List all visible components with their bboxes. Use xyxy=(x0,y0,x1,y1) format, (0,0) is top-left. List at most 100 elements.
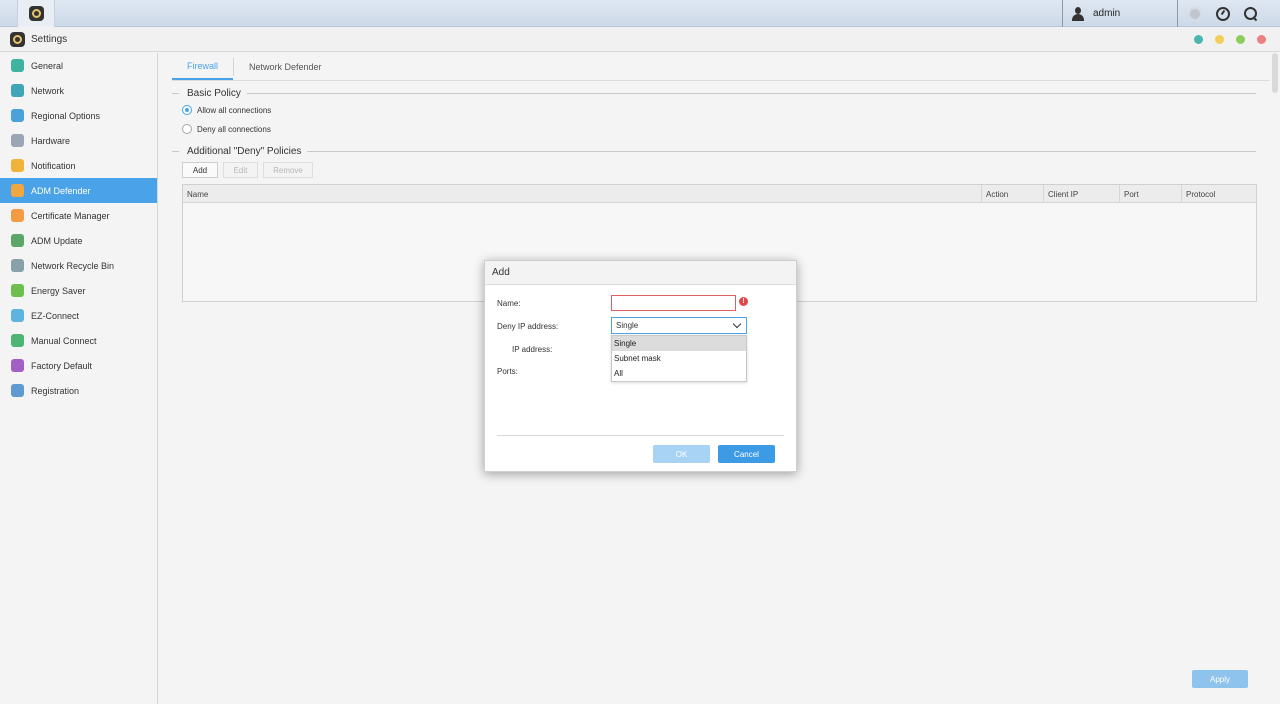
deny-ip-select[interactable]: Single xyxy=(611,317,747,334)
basic-policy-title: Basic Policy xyxy=(187,88,241,99)
remove-policy-button[interactable]: Remove xyxy=(263,162,313,178)
window-restore-button[interactable] xyxy=(1194,35,1203,44)
notification-icon xyxy=(11,159,24,172)
sidebar-item-energy-saver[interactable]: Energy Saver xyxy=(0,278,157,303)
add-policy-dialog: Add Name: ! Deny IP address: Single Sing… xyxy=(484,260,797,472)
update-icon xyxy=(11,234,24,247)
basic-policy-section: Basic Policy xyxy=(172,88,1256,99)
edit-policy-button[interactable]: Edit xyxy=(223,162,258,178)
allow-all-option[interactable]: Allow all connections xyxy=(182,105,271,115)
sidebar-item-label: Regional Options xyxy=(31,110,101,121)
shield-icon xyxy=(11,184,24,197)
sidebar-item-label: Certificate Manager xyxy=(31,210,110,221)
deny-ip-dropdown: Single Subnet mask All xyxy=(611,335,747,382)
deny-all-radio[interactable] xyxy=(182,124,192,134)
sidebar-item-network[interactable]: Network xyxy=(0,78,157,103)
dropdown-option-single[interactable]: Single xyxy=(612,336,746,351)
dropdown-option-subnet-mask[interactable]: Subnet mask xyxy=(612,351,746,366)
dropdown-option-all[interactable]: All xyxy=(612,366,746,381)
sidebar-item-notification[interactable]: Notification xyxy=(0,153,157,178)
window-maximize-button[interactable] xyxy=(1236,35,1245,44)
cloud-icon xyxy=(11,309,24,322)
sidebar-item-label: Network xyxy=(31,85,65,96)
sidebar-item-network-recycle-bin[interactable]: Network Recycle Bin xyxy=(0,253,157,278)
column-header-action[interactable]: Action xyxy=(982,185,1044,203)
tab-network-defender[interactable]: Network Defender xyxy=(234,53,337,80)
window-minimize-button[interactable] xyxy=(1215,35,1224,44)
recycle-bin-icon xyxy=(11,259,24,272)
settings-app-taskbar-button[interactable] xyxy=(17,0,55,27)
column-header-name[interactable]: Name xyxy=(183,185,982,203)
dialog-divider xyxy=(497,435,784,436)
sidebar-item-label: ADM Defender xyxy=(31,185,91,196)
sidebar-item-adm-update[interactable]: ADM Update xyxy=(0,228,157,253)
name-label: Name: xyxy=(497,299,521,308)
user-menu[interactable]: admin xyxy=(1062,0,1177,27)
settings-window-icon xyxy=(10,31,25,47)
sidebar-item-label: Factory Default xyxy=(31,360,93,371)
tab-firewall[interactable]: Firewall xyxy=(172,53,234,80)
user-name: admin xyxy=(1093,8,1121,19)
sidebar-item-label: Network Recycle Bin xyxy=(31,260,115,271)
allow-all-radio[interactable] xyxy=(182,105,192,115)
ports-label: Ports: xyxy=(497,367,518,376)
column-header-port[interactable]: Port xyxy=(1120,185,1182,203)
table-header: Name Action Client IP Port Protocol xyxy=(183,185,1256,203)
scrollbar[interactable] xyxy=(1270,53,1280,704)
sidebar-item-registration[interactable]: Registration xyxy=(0,378,157,403)
cancel-button[interactable]: Cancel xyxy=(718,445,775,463)
busy-indicator-icon[interactable] xyxy=(1188,6,1202,21)
top-icons xyxy=(1177,0,1258,27)
settings-app-icon xyxy=(28,6,44,21)
energy-icon xyxy=(11,284,24,297)
user-icon xyxy=(1071,6,1085,21)
sidebar-item-certificate-manager[interactable]: Certificate Manager xyxy=(0,203,157,228)
dialog-title: Add xyxy=(492,267,510,278)
window-title-bar[interactable]: Settings xyxy=(0,27,1280,52)
tab-bar: Firewall Network Defender xyxy=(172,53,337,80)
globe-icon xyxy=(11,84,24,97)
deny-all-option[interactable]: Deny all connections xyxy=(182,124,271,134)
sidebar-item-label: EZ-Connect xyxy=(31,310,80,321)
deny-all-label: Deny all connections xyxy=(197,124,271,134)
name-input[interactable] xyxy=(611,295,736,311)
sidebar-item-hardware[interactable]: Hardware xyxy=(0,128,157,153)
dashboard-icon[interactable] xyxy=(1216,6,1230,21)
sidebar: General Network Regional Options Hardware No… xyxy=(0,53,158,704)
sidebar-item-adm-defender[interactable]: ADM Defender xyxy=(0,178,157,203)
search-icon[interactable] xyxy=(1244,6,1258,21)
sidebar-item-factory-default[interactable]: Factory Default xyxy=(0,353,157,378)
column-header-client-ip[interactable]: Client IP xyxy=(1044,185,1120,203)
regional-icon xyxy=(11,109,24,122)
sidebar-item-label: Hardware xyxy=(31,135,71,146)
window-close-button[interactable] xyxy=(1257,35,1266,44)
add-policy-button[interactable]: Add xyxy=(182,162,218,178)
top-bar: admin xyxy=(0,0,1280,27)
deny-ip-label: Deny IP address: xyxy=(497,322,559,331)
deny-policies-title: Additional "Deny" Policies xyxy=(187,146,302,157)
error-icon: ! xyxy=(739,297,748,306)
scrollbar-thumb[interactable] xyxy=(1272,53,1278,93)
ok-button[interactable]: OK xyxy=(653,445,710,463)
manual-connect-icon xyxy=(11,334,24,347)
dialog-title-bar[interactable]: Add xyxy=(485,261,796,285)
sidebar-item-label: Notification xyxy=(31,160,76,171)
certificate-icon xyxy=(11,209,24,222)
apply-button[interactable]: Apply xyxy=(1192,670,1248,688)
sidebar-item-regional-options[interactable]: Regional Options xyxy=(0,103,157,128)
column-header-protocol[interactable]: Protocol xyxy=(1182,185,1256,203)
tab-divider xyxy=(172,80,1270,81)
sidebar-item-ez-connect[interactable]: EZ-Connect xyxy=(0,303,157,328)
undo-icon xyxy=(11,359,24,372)
window-controls xyxy=(1194,35,1266,44)
allow-all-label: Allow all connections xyxy=(197,105,272,115)
registration-icon xyxy=(11,384,24,397)
deny-ip-selected-value: Single xyxy=(616,321,639,330)
sidebar-item-label: Manual Connect xyxy=(31,335,97,346)
sidebar-item-label: General xyxy=(31,60,64,71)
sidebar-item-general[interactable]: General xyxy=(0,53,157,78)
sidebar-item-label: Registration xyxy=(31,385,80,396)
sidebar-item-manual-connect[interactable]: Manual Connect xyxy=(0,328,157,353)
chevron-down-icon xyxy=(732,319,742,329)
window-title: Settings xyxy=(31,33,68,45)
